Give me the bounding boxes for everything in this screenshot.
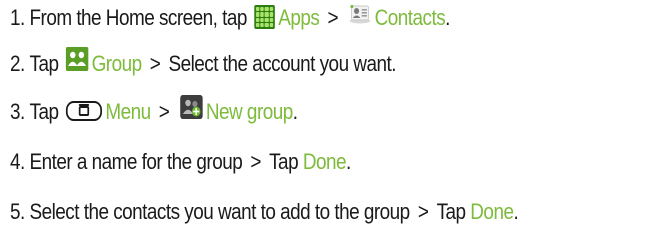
- step-number: 5.: [10, 199, 25, 225]
- group-icon: [65, 47, 89, 79]
- step-text: Tap: [29, 51, 59, 77]
- step-4: 4. Enter a name for the group > Tap Done…: [10, 146, 351, 177]
- step-text: Tap: [29, 99, 59, 125]
- new-group-label: New group: [205, 99, 293, 125]
- step-number: 1.: [10, 5, 25, 31]
- contacts-label: Contacts: [374, 5, 446, 31]
- period: .: [292, 99, 298, 125]
- step-text: Enter a name for the group: [29, 149, 243, 175]
- menu-label: Menu: [105, 99, 151, 125]
- step-text: Select the account you want.: [168, 51, 396, 77]
- done-label: Done: [302, 149, 347, 175]
- apps-icon: [254, 5, 275, 30]
- separator: >: [158, 99, 170, 125]
- group-label: Group: [91, 51, 143, 77]
- step-5: 5. Select the contacts you want to add t…: [10, 196, 519, 227]
- step-1: 1. From the Home screen, tap Apps > Cont…: [10, 2, 450, 33]
- step-number: 2.: [10, 51, 25, 77]
- apps-label: Apps: [278, 5, 320, 31]
- period: .: [445, 5, 450, 31]
- separator: >: [149, 51, 161, 77]
- step-3: 3. Tap Menu > New group.: [10, 95, 298, 128]
- step-text: Tap: [436, 199, 466, 225]
- separator: >: [417, 199, 429, 225]
- separator: >: [250, 149, 261, 175]
- step-2: 2. Tap Group > Select the account you wa…: [10, 47, 396, 80]
- step-text: Tap: [269, 149, 299, 175]
- step-text: Select the contacts you want to add to t…: [29, 199, 410, 225]
- step-number: 3.: [10, 99, 25, 125]
- step-text: From the Home screen, tap: [29, 5, 247, 31]
- separator: >: [327, 5, 339, 31]
- menu-key-icon: [65, 101, 102, 122]
- done-label: Done: [470, 199, 514, 225]
- step-number: 4.: [10, 149, 25, 175]
- period: .: [513, 199, 519, 225]
- period: .: [345, 149, 351, 175]
- contacts-icon: [349, 2, 371, 32]
- new-group-icon: [180, 95, 203, 127]
